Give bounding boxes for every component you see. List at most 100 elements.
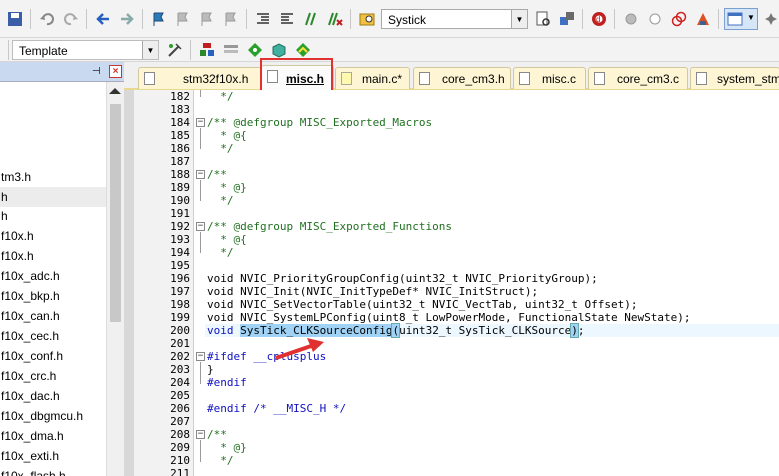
file-icon bbox=[696, 72, 707, 85]
line-number: 196 bbox=[170, 272, 190, 285]
code-line: */ bbox=[207, 194, 234, 207]
fold-toggle-icon[interactable]: − bbox=[196, 430, 205, 439]
line-number: 187 bbox=[170, 155, 190, 168]
tab-main-c[interactable]: main.c* bbox=[335, 67, 410, 89]
configure-target-icon[interactable] bbox=[694, 10, 712, 28]
scroll-up-icon[interactable] bbox=[109, 88, 121, 94]
tree-item[interactable]: f10x_dbgmcu.h bbox=[0, 406, 106, 426]
project-tree-scrollbar[interactable] bbox=[106, 82, 124, 476]
breakpoint-icon[interactable] bbox=[622, 10, 640, 28]
tree-item[interactable]: h bbox=[0, 187, 106, 207]
uncomment-icon[interactable] bbox=[326, 10, 344, 28]
line-number: 197 bbox=[170, 285, 190, 298]
line-number: 183 bbox=[170, 103, 190, 116]
code-line: #endif /* __MISC_H */ bbox=[207, 402, 347, 415]
code-line: void NVIC_PriorityGroupConfig(uint32_t N… bbox=[207, 272, 598, 285]
breakpoint-kill-all-icon[interactable] bbox=[670, 10, 688, 28]
fold-toggle-icon[interactable]: − bbox=[196, 222, 205, 231]
comment-icon[interactable] bbox=[302, 10, 320, 28]
tree-item[interactable]: f10x_flash.h bbox=[0, 466, 106, 476]
tree-item[interactable]: f10x_dma.h bbox=[0, 426, 106, 446]
pack-installer-icon[interactable] bbox=[270, 41, 288, 59]
nav-back-icon[interactable] bbox=[94, 10, 112, 28]
nav-forward-icon[interactable] bbox=[118, 10, 136, 28]
fold-toggle-icon[interactable]: − bbox=[196, 170, 205, 179]
debug-start-icon[interactable]: d bbox=[590, 10, 608, 28]
code-line: #endif bbox=[207, 376, 247, 389]
find-combo-value: Systick bbox=[388, 13, 427, 27]
file-extensions-icon[interactable] bbox=[222, 41, 240, 59]
code-line: * @} bbox=[207, 441, 247, 454]
line-number: 203 bbox=[170, 363, 190, 376]
file-icon bbox=[594, 72, 605, 85]
window-layout-button[interactable]: ▼ bbox=[724, 8, 758, 30]
tree-item[interactable]: f10x_adc.h bbox=[0, 266, 106, 286]
project-tree: tm3.h h h f10x.h f10x.h f10x_adc.h f10x_… bbox=[0, 82, 106, 476]
line-number: 193 bbox=[170, 233, 190, 246]
close-icon[interactable]: × bbox=[109, 65, 122, 78]
code-line: /** @defgroup MISC_Exported_Macros bbox=[207, 116, 433, 129]
scrollbar-thumb[interactable] bbox=[110, 104, 121, 322]
tree-item[interactable]: f10x_dac.h bbox=[0, 386, 106, 406]
line-number: 206 bbox=[170, 402, 190, 415]
indent-icon[interactable] bbox=[254, 10, 272, 28]
manage-components-icon[interactable] bbox=[198, 41, 216, 59]
line-number: 208 bbox=[170, 428, 190, 441]
find-combo[interactable]: Systick ▼ bbox=[381, 9, 528, 29]
line-number: 201 bbox=[170, 337, 190, 350]
main-toolbar: Systick ▼ d ▼ bbox=[0, 0, 779, 38]
tree-item[interactable]: f10x.h bbox=[0, 226, 106, 246]
bookmark-clear-icon[interactable] bbox=[222, 10, 240, 28]
build-toolbar: Template ▼ bbox=[0, 38, 779, 62]
tree-item[interactable]: f10x_exti.h bbox=[0, 446, 106, 466]
browse-icon[interactable] bbox=[558, 10, 576, 28]
tree-item[interactable]: f10x_can.h bbox=[0, 306, 106, 326]
code-line: void NVIC_SystemLPConfig(uint8_t LowPowe… bbox=[207, 311, 691, 324]
line-number: 200 bbox=[170, 324, 190, 337]
tree-item[interactable]: f10x_crc.h bbox=[0, 366, 106, 386]
code-line: void NVIC_Init(NVIC_InitTypeDef* NVIC_In… bbox=[207, 285, 539, 298]
incremental-find-icon[interactable] bbox=[534, 10, 552, 28]
code-line: */ bbox=[207, 246, 234, 259]
code-line: /** bbox=[207, 168, 227, 181]
select-packs-icon[interactable] bbox=[294, 41, 312, 59]
tab-core-cm3-h[interactable]: core_cm3.h bbox=[413, 67, 511, 89]
chevron-down-icon[interactable]: ▼ bbox=[511, 10, 527, 28]
chevron-down-icon[interactable]: ▼ bbox=[142, 41, 158, 59]
undo-icon[interactable] bbox=[38, 10, 56, 28]
settings-icon[interactable] bbox=[762, 10, 779, 28]
line-number: 188 bbox=[170, 168, 190, 181]
pin-icon[interactable]: ⊣ bbox=[92, 66, 102, 77]
breakpoint-margin[interactable] bbox=[124, 90, 134, 476]
line-number: 198 bbox=[170, 298, 190, 311]
code-editor[interactable]: 182 183 184 185 186 187 188 189 190 191 … bbox=[124, 90, 779, 476]
tree-item[interactable]: f10x_conf.h bbox=[0, 346, 106, 366]
selected-function-name[interactable]: SysTick_CLKSourceConfig bbox=[240, 324, 393, 337]
fold-line bbox=[200, 362, 201, 384]
unindent-icon[interactable] bbox=[278, 10, 296, 28]
find-in-files-icon[interactable] bbox=[358, 10, 376, 28]
target-select[interactable]: Template ▼ bbox=[12, 40, 159, 60]
svg-text:d: d bbox=[596, 15, 600, 24]
tab-system-stm32[interactable]: system_stm32 bbox=[690, 67, 779, 89]
fold-toggle-icon[interactable]: − bbox=[196, 118, 205, 127]
bookmark-icon[interactable] bbox=[150, 10, 168, 28]
tree-item[interactable]: f10x_bkp.h bbox=[0, 286, 106, 306]
rte-configure-icon[interactable] bbox=[246, 41, 264, 59]
target-options-icon[interactable] bbox=[166, 41, 184, 59]
bookmark-next-icon[interactable] bbox=[198, 10, 216, 28]
breakpoint-disable-icon[interactable] bbox=[646, 10, 664, 28]
redo-icon[interactable] bbox=[62, 10, 80, 28]
bookmark-prev-icon[interactable] bbox=[174, 10, 192, 28]
fold-toggle-icon[interactable]: − bbox=[196, 352, 205, 361]
tree-item[interactable]: f10x.h bbox=[0, 246, 106, 266]
tab-core-cm3-c[interactable]: core_cm3.c bbox=[588, 67, 688, 89]
tree-item[interactable]: f10x_cec.h bbox=[0, 326, 106, 346]
save-all-icon[interactable] bbox=[6, 10, 24, 28]
tab-stm32f10x-h[interactable]: stm32f10x.h bbox=[138, 67, 262, 89]
line-number: 192 bbox=[170, 220, 190, 233]
file-icon bbox=[419, 72, 430, 85]
tree-item[interactable]: h bbox=[0, 206, 106, 226]
tab-misc-c[interactable]: misc.c bbox=[513, 67, 586, 89]
tree-item[interactable]: tm3.h bbox=[0, 167, 106, 187]
